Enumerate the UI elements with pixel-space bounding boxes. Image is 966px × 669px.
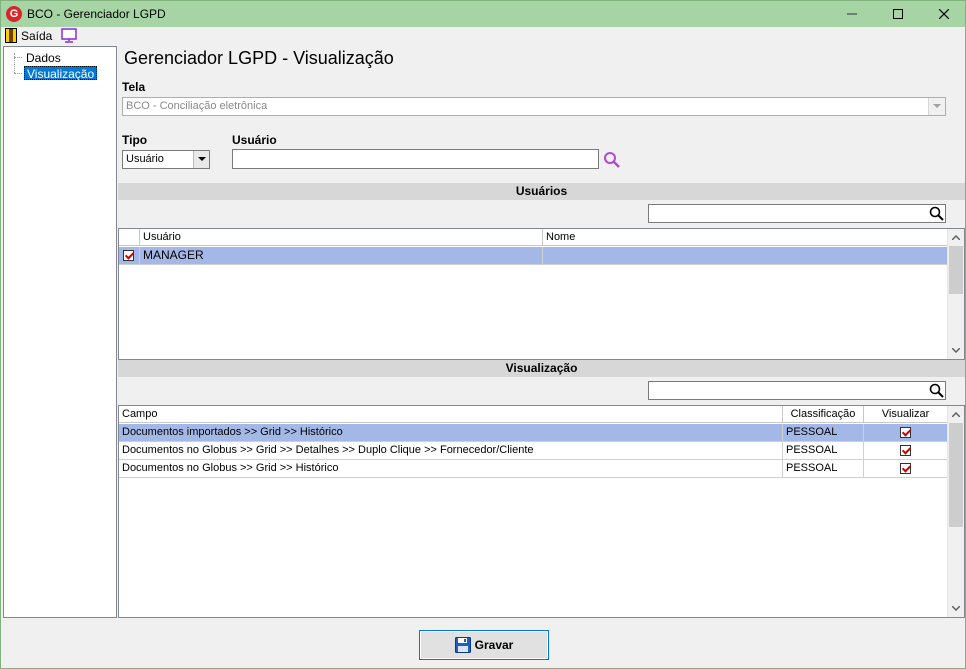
header-usuario[interactable]: Usuário [140,229,543,246]
page-title: Gerenciador LGPD - Visualização [124,48,394,68]
checkbox-checked-icon[interactable] [123,249,134,261]
search-icon[interactable] [603,151,621,169]
cell-visualizar[interactable] [864,442,948,459]
header-classificacao[interactable]: Classificação [783,406,864,423]
scroll-down-icon[interactable] [948,342,964,359]
scroll-thumb[interactable] [949,423,963,527]
usuario-input[interactable] [232,149,599,169]
tela-select: BCO - Conciliação eletrônica [122,97,946,116]
usuarios-search-input[interactable] [648,204,946,223]
chevron-down-icon[interactable] [193,151,209,168]
navigation-tree: Dados Visualização [3,46,117,618]
title-bar[interactable]: G BCO - Gerenciador LGPD [1,1,965,27]
table-row[interactable]: Documentos importados >> Grid >> Históri… [119,424,948,442]
cell-classificacao: PESSOAL [783,442,864,459]
tree-item-dados[interactable]: Dados [24,51,63,65]
exit-menu-item[interactable]: Saída [21,29,52,43]
app-logo-icon: G [6,6,22,22]
usuario-label: Usuário [232,133,277,147]
cell-campo: Documentos importados >> Grid >> Históri… [119,424,783,441]
usuarios-scrollbar[interactable] [947,229,964,359]
visualizacao-search-input[interactable] [648,381,946,400]
checkbox-checked-icon[interactable] [900,444,911,456]
close-icon [939,9,949,19]
tipo-select[interactable]: Usuário [122,150,210,169]
monitor-icon[interactable] [61,28,77,43]
cell-classificacao: PESSOAL [783,424,864,441]
tela-label: Tela [122,80,146,94]
tela-select-value: BCO - Conciliação eletrônica [126,100,268,112]
search-icon[interactable] [929,383,944,398]
cell-visualizar[interactable] [864,460,948,477]
tree-item-visualizacao[interactable]: Visualização [24,66,98,81]
minimize-icon [847,13,857,15]
menu-bar: Saída [1,27,965,45]
header-campo[interactable]: Campo [119,406,783,423]
window-title: BCO - Gerenciador LGPD [27,7,166,21]
floppy-disk-icon [454,637,471,653]
chevron-down-icon [928,98,945,115]
maximize-icon [893,9,903,19]
scroll-up-icon[interactable] [948,229,964,246]
close-button[interactable] [921,1,966,27]
scroll-thumb[interactable] [949,246,963,294]
cell-visualizar[interactable] [864,424,948,441]
table-row[interactable]: Documentos no Globus >> Grid >> Históric… [119,460,948,478]
tipo-select-value: Usuário [126,153,164,165]
checkbox-checked-icon[interactable] [900,462,911,474]
minimize-button[interactable] [829,1,875,27]
tipo-label: Tipo [122,133,148,147]
usuarios-grid: Usuário Nome MANAGER [118,228,965,360]
row-checkbox-cell[interactable] [119,247,140,264]
maximize-button[interactable] [875,1,921,27]
tree-connector [14,73,22,74]
header-nome[interactable]: Nome [543,229,948,246]
grid-header: Campo Classificação Visualizar [119,406,948,423]
tree-connector [14,57,22,58]
visualizacao-section-header: Visualização [118,360,965,377]
tree-connector [14,53,15,73]
table-row[interactable]: MANAGER [119,247,948,265]
cell-classificacao: PESSOAL [783,460,864,477]
cell-campo: Documentos no Globus >> Grid >> Detalhes… [119,442,783,459]
table-row[interactable]: Documentos no Globus >> Grid >> Detalhes… [119,442,948,460]
checkbox-checked-icon[interactable] [900,426,911,438]
header-visualizar[interactable]: Visualizar [864,406,948,423]
scroll-up-icon[interactable] [948,406,964,423]
scroll-down-icon[interactable] [948,600,964,617]
visualizacao-grid: Campo Classificação Visualizar Documento… [118,405,965,618]
cell-nome [543,247,948,264]
grid-header: Usuário Nome [119,229,948,246]
search-icon[interactable] [929,206,944,221]
save-button-label: Gravar [474,638,514,652]
cell-campo: Documentos no Globus >> Grid >> Históric… [119,460,783,477]
exit-door-icon[interactable] [5,28,17,43]
save-button[interactable]: Gravar [419,630,549,660]
visualizacao-scrollbar[interactable] [947,406,964,617]
usuarios-section-header: Usuários [118,183,965,200]
main-window: G BCO - Gerenciador LGPD Saída Dados Vis… [0,0,966,669]
header-check-cell [119,229,140,246]
cell-usuario: MANAGER [140,247,543,264]
